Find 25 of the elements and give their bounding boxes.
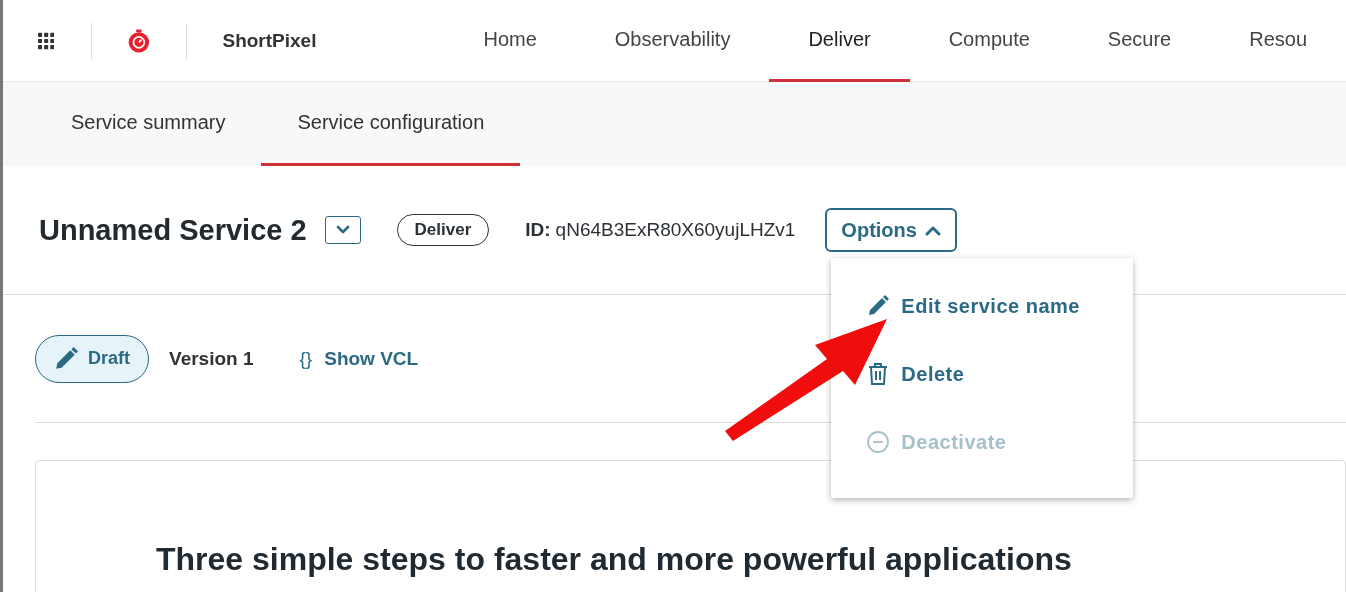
card-heading: Three simple steps to faster and more powerful applications [156, 541, 1073, 578]
show-vcl-link[interactable]: {} Show VCL [299, 347, 419, 370]
chevron-up-icon [924, 224, 941, 236]
trash-icon [867, 362, 890, 386]
pencil-icon [54, 346, 78, 371]
service-id: qN64B3ExR80X60yujLHZv1 [555, 219, 796, 241]
brand-name: ShortPixel [222, 29, 317, 52]
options-button[interactable]: Options [825, 208, 957, 252]
title-dropdown-button[interactable] [324, 216, 361, 244]
section-tab[interactable]: Service configuration [261, 82, 521, 166]
minus-circle-icon [867, 431, 890, 453]
id-label: ID: [525, 219, 551, 241]
pencil-icon [867, 295, 890, 317]
draft-label: Draft [88, 348, 130, 369]
menu-item[interactable]: Delete [867, 340, 965, 408]
section-tab[interactable]: Service summary [35, 82, 262, 166]
service-title: Unnamed Service 2 [39, 213, 307, 247]
nav-tab[interactable]: Compute [909, 0, 1069, 82]
nav-tab[interactable]: Secure [1068, 0, 1211, 82]
version-label: Version 1 [169, 347, 254, 370]
nav-tab[interactable]: Observability [575, 0, 770, 82]
chevron-down-icon [335, 225, 350, 235]
menu-item[interactable]: Edit service name [867, 272, 1080, 340]
nav-tab[interactable]: Resou [1210, 0, 1346, 82]
nav-tab[interactable]: Home [444, 0, 576, 82]
